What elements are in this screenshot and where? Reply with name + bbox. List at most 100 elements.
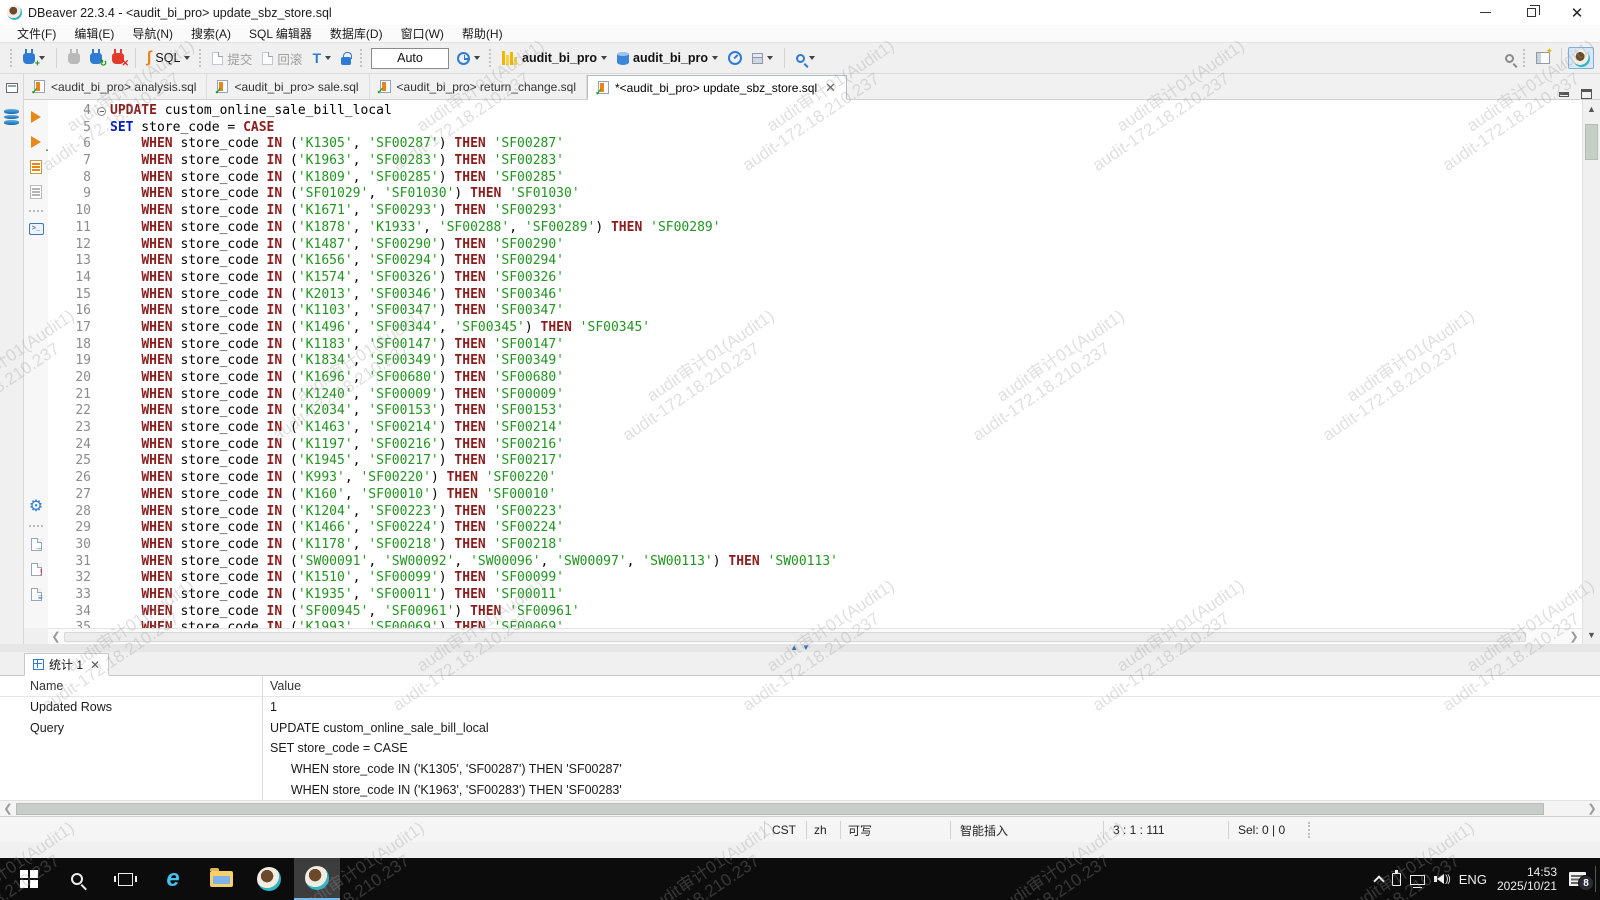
editor-tab-1[interactable]: <audit_bi_pro> sale.sql xyxy=(207,74,369,99)
autocommit-combo[interactable]: Auto xyxy=(371,48,449,69)
code-line-33[interactable]: 33 WHEN store_code IN ('K1935', 'SF00011… xyxy=(48,587,1582,604)
dbeaver-perspective-button[interactable] xyxy=(1568,47,1594,69)
code-line-18[interactable]: 18 WHEN store_code IN ('K1183', 'SF00147… xyxy=(48,337,1582,354)
code-line-21[interactable]: 21 WHEN store_code IN ('K1240', 'SF00009… xyxy=(48,387,1582,404)
action-center-button[interactable]: 8 xyxy=(1569,872,1586,886)
editor-tab-0[interactable]: <audit_bi_pro> analysis.sql xyxy=(24,74,207,99)
column-header-value[interactable]: Value xyxy=(262,679,1600,693)
sql-editor-button[interactable]: ∫ SQL xyxy=(143,48,194,68)
menu-item-6[interactable]: 窗口(W) xyxy=(392,25,453,42)
network-tray-icon[interactable] xyxy=(1410,873,1425,885)
scrollbar-thumb[interactable] xyxy=(16,803,1544,815)
scroll-left-arrow[interactable]: ❮ xyxy=(48,630,64,643)
result-row-2[interactable]: SET store_code = CASE xyxy=(0,738,1600,759)
connect-button[interactable] xyxy=(64,50,84,67)
code-line-25[interactable]: 25 WHEN store_code IN ('K1945', 'SF00217… xyxy=(48,453,1582,470)
taskbar-search-button[interactable] xyxy=(54,858,100,900)
result-row-3[interactable]: WHEN store_code IN ('K1305', 'SF00287') … xyxy=(0,759,1600,780)
execute-script-button[interactable] xyxy=(27,159,45,175)
editor-tab-3[interactable]: *<audit_bi_pro> update_sbz_store.sql✕ xyxy=(587,75,847,100)
code-line-10[interactable]: 10 WHEN store_code IN ('K1671', 'SF00293… xyxy=(48,203,1582,220)
window-restore-button[interactable] xyxy=(1508,0,1554,25)
menu-item-0[interactable]: 文件(F) xyxy=(8,25,65,42)
status-item-3[interactable]: 智能插入 xyxy=(960,817,1008,843)
code-line-4[interactable]: 4UPDATE custom_online_sale_bill_local xyxy=(48,103,1582,120)
minimize-editor-icon[interactable] xyxy=(1559,92,1569,97)
window-minimize-button[interactable] xyxy=(1462,0,1508,25)
column-header-name[interactable]: Name xyxy=(0,679,262,693)
editor-vertical-scrollbar[interactable]: ▲ ▼ xyxy=(1582,100,1600,644)
editor-horizontal-scrollbar[interactable]: ❮ ❯ xyxy=(48,628,1582,644)
database-selector[interactable]: audit_bi_pro xyxy=(613,48,722,68)
taskbar-clock[interactable]: 14:53 2025/10/21 xyxy=(1497,865,1557,893)
code-line-13[interactable]: 13 WHEN store_code IN ('K1656', 'SF00294… xyxy=(48,253,1582,270)
code-line-30[interactable]: 30 WHEN store_code IN ('K1178', 'SF00218… xyxy=(48,537,1582,554)
export-result-button[interactable]: → xyxy=(27,536,45,552)
window-close-button[interactable]: ✕ xyxy=(1554,0,1600,25)
dashboard-button[interactable] xyxy=(724,48,746,68)
code-line-6[interactable]: 6 WHEN store_code IN ('K1305', 'SF00287'… xyxy=(48,136,1582,153)
internet-explorer-button[interactable]: e xyxy=(150,858,196,900)
execute-new-tab-button[interactable] xyxy=(27,134,45,150)
code-line-26[interactable]: 26 WHEN store_code IN ('K993', 'SF00220'… xyxy=(48,470,1582,487)
results-horizontal-scrollbar[interactable]: ❮ ❯ xyxy=(0,800,1600,816)
status-item-1[interactable]: zh xyxy=(814,817,827,843)
menu-item-4[interactable]: SQL 编辑器 xyxy=(240,25,321,42)
result-row-1[interactable]: QueryUPDATE custom_online_sale_bill_loca… xyxy=(0,718,1600,739)
commit-button[interactable]: 提交 xyxy=(208,46,256,71)
dbeaver-taskbar-button-active[interactable] xyxy=(294,858,340,900)
transaction-log-button[interactable]: T xyxy=(308,49,335,68)
close-icon[interactable]: ✕ xyxy=(825,80,836,96)
compile-button[interactable] xyxy=(748,49,777,67)
code-line-14[interactable]: 14 WHEN store_code IN ('K1574', 'SF00326… xyxy=(48,270,1582,287)
quick-access-search[interactable] xyxy=(1501,51,1518,66)
show-statistics-button[interactable]: ≡ xyxy=(27,586,45,602)
status-item-4[interactable]: 3 : 1 : 111 xyxy=(1113,817,1165,843)
code-line-20[interactable]: 20 WHEN store_code IN ('K1696', 'SF00680… xyxy=(48,370,1582,387)
code-line-31[interactable]: 31 WHEN store_code IN ('SW00091', 'SW000… xyxy=(48,554,1582,571)
code-line-9[interactable]: 9 WHEN store_code IN ('SF01029', 'SF0103… xyxy=(48,186,1582,203)
menu-item-3[interactable]: 搜索(A) xyxy=(182,25,240,42)
volume-tray-icon[interactable]: )) xyxy=(1434,874,1450,885)
restore-view-icon[interactable] xyxy=(6,83,18,93)
menu-item-7[interactable]: 帮助(H) xyxy=(453,25,512,42)
code-line-32[interactable]: 32 WHEN store_code IN ('K1510', 'SF00099… xyxy=(48,570,1582,587)
code-line-5[interactable]: 5SET store_code = CASE xyxy=(48,120,1582,137)
status-item-2[interactable]: 可写 xyxy=(848,817,872,843)
code-line-19[interactable]: 19 WHEN store_code IN ('K1834', 'SF00349… xyxy=(48,353,1582,370)
code-line-15[interactable]: 15 WHEN store_code IN ('K2013', 'SF00346… xyxy=(48,287,1582,304)
maximize-editor-icon[interactable] xyxy=(1581,89,1592,99)
usb-tray-icon[interactable] xyxy=(1392,873,1401,886)
database-navigator-icon[interactable] xyxy=(4,109,19,126)
scroll-right-arrow[interactable]: ❯ xyxy=(1584,802,1600,815)
code-line-22[interactable]: 22 WHEN store_code IN ('K2034', 'SF00153… xyxy=(48,403,1582,420)
close-icon[interactable]: ✕ xyxy=(90,658,100,672)
code-line-27[interactable]: 27 WHEN store_code IN ('K160', 'SF00010'… xyxy=(48,487,1582,504)
dbeaver-taskbar-button[interactable] xyxy=(246,858,292,900)
execute-statement-button[interactable] xyxy=(27,109,45,125)
editor-results-sash[interactable]: ▲ ▼ xyxy=(0,644,1600,652)
fold-marker-icon[interactable] xyxy=(96,103,110,120)
file-explorer-button[interactable] xyxy=(198,858,244,900)
editor-tab-2[interactable]: <audit_bi_pro> return_change.sql xyxy=(370,74,587,99)
result-row-4[interactable]: WHEN store_code IN ('K1963', 'SF00283') … xyxy=(0,779,1600,800)
code-line-23[interactable]: 23 WHEN store_code IN ('K1463', 'SF00214… xyxy=(48,420,1582,437)
connection-selector[interactable]: audit_bi_pro xyxy=(498,48,611,68)
start-button[interactable] xyxy=(6,858,52,900)
language-indicator[interactable]: ENG xyxy=(1459,872,1487,887)
code-line-24[interactable]: 24 WHEN store_code IN ('K1197', 'SF00216… xyxy=(48,437,1582,454)
show-desktop-button[interactable] xyxy=(1595,866,1596,892)
code-line-29[interactable]: 29 WHEN store_code IN ('K1466', 'SF00224… xyxy=(48,520,1582,537)
rollback-button[interactable]: 回滚 xyxy=(258,46,306,71)
explain-plan-button[interactable] xyxy=(27,184,45,200)
new-connection-button[interactable]: + xyxy=(19,50,49,67)
status-item-5[interactable]: Sel: 0 | 0 xyxy=(1238,817,1285,843)
code-line-7[interactable]: 7 WHEN store_code IN ('K1963', 'SF00283'… xyxy=(48,153,1582,170)
statistics-tab[interactable]: 统计 1 ✕ xyxy=(24,653,109,676)
transaction-history-button[interactable] xyxy=(453,49,484,68)
open-perspective-button[interactable] xyxy=(1532,49,1554,67)
menu-item-5[interactable]: 数据库(D) xyxy=(321,25,392,42)
reconnect-button[interactable]: ↻ xyxy=(86,50,106,67)
menu-item-1[interactable]: 编辑(E) xyxy=(65,25,123,42)
code-line-17[interactable]: 17 WHEN store_code IN ('K1496', 'SF00344… xyxy=(48,320,1582,337)
